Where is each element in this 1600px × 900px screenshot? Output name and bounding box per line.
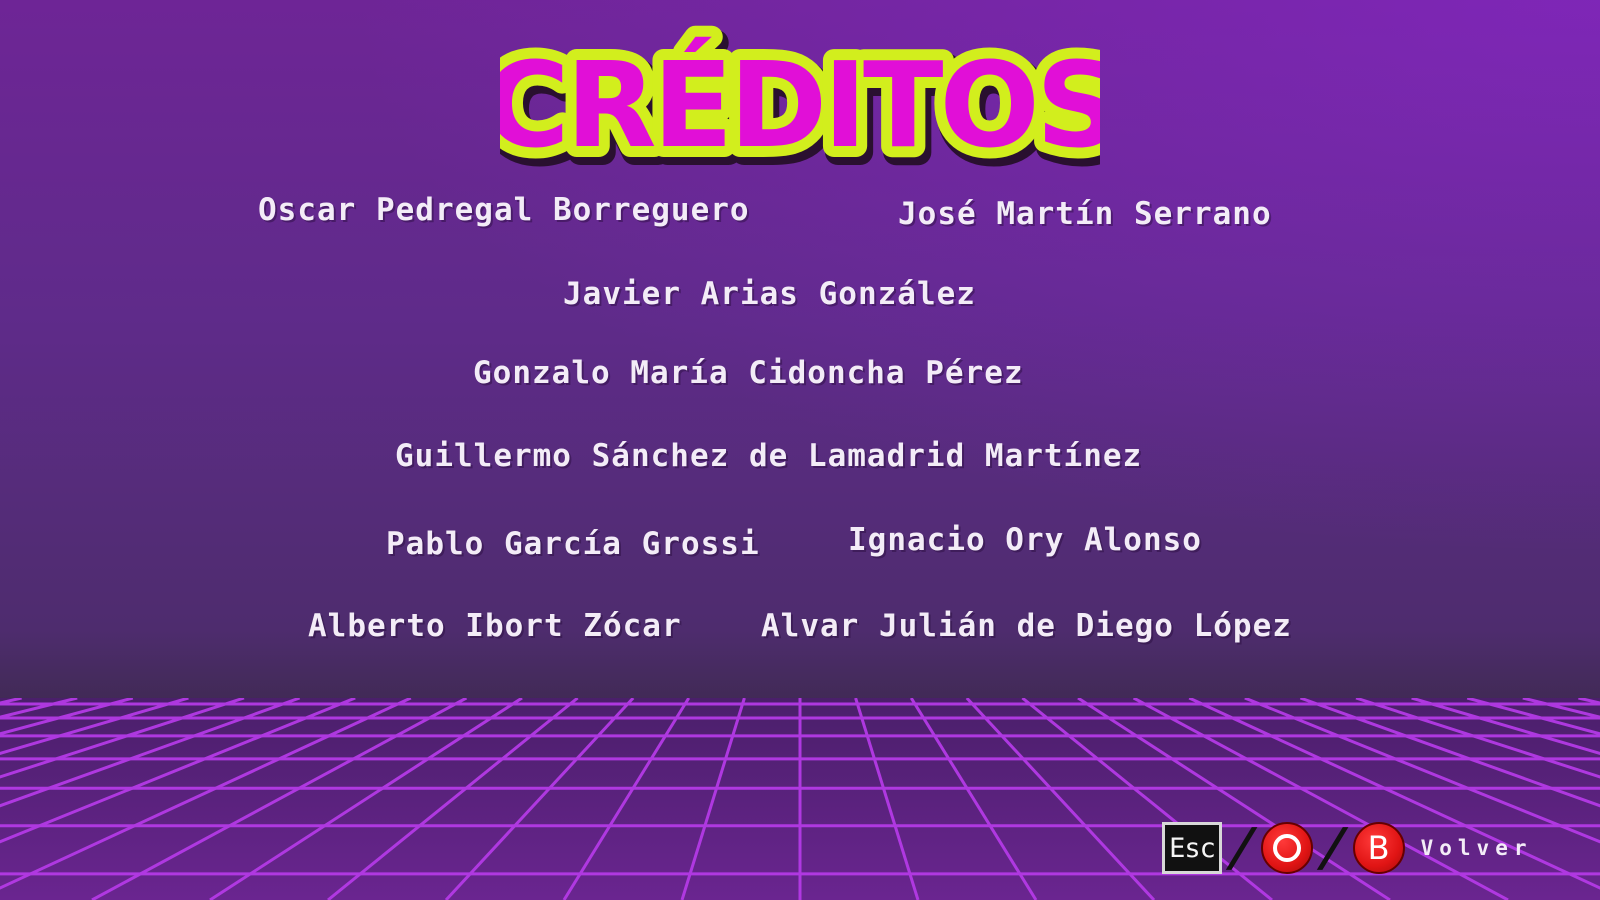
credit-name: José Martín Serrano: [898, 196, 1272, 232]
credit-name: Ignacio Ory Alonso: [848, 522, 1202, 558]
back-hint: Esc / / B Volver: [1162, 818, 1532, 878]
credit-name: Alvar Julián de Diego López: [761, 608, 1292, 644]
back-label[interactable]: Volver: [1421, 836, 1533, 860]
b-button[interactable]: B: [1352, 822, 1405, 874]
credits-title: CRÉDITOS CRÉDITOS CRÉDITOS: [472, 18, 1138, 193]
credit-name: Gonzalo María Cidoncha Pérez: [473, 355, 1024, 391]
separator-slash: /: [1221, 818, 1262, 878]
credit-name: Oscar Pedregal Borreguero: [258, 192, 750, 228]
circle-button-icon: [1273, 834, 1302, 862]
credit-name: Javier Arias González: [563, 276, 976, 312]
credits-title-text: CRÉDITOS: [500, 36, 1100, 174]
esc-key-button[interactable]: Esc: [1162, 822, 1222, 874]
circle-button[interactable]: [1261, 822, 1314, 874]
credit-name: Alberto Ibort Zócar: [308, 608, 682, 644]
separator-slash: /: [1313, 818, 1353, 878]
credit-name: Guillermo Sánchez de Lamadrid Martínez: [395, 438, 1143, 474]
b-button-label: B: [1367, 829, 1390, 867]
credit-name: Pablo García Grossi: [386, 526, 760, 562]
